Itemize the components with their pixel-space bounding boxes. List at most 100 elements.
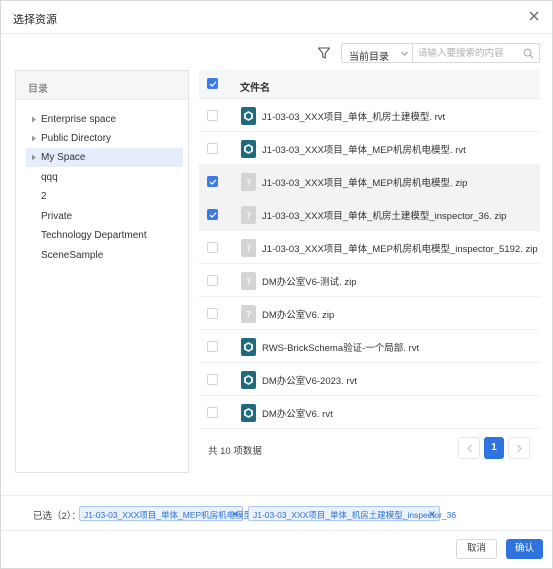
unknown-file-icon: ? — [241, 173, 256, 191]
row-checkbox[interactable] — [207, 407, 218, 418]
search-icon[interactable] — [523, 48, 534, 59]
tree-item-label: 2 — [41, 191, 47, 202]
unknown-file-icon: ? — [241, 239, 256, 257]
revit-model-icon — [241, 338, 256, 356]
scope-select[interactable]: 当前目录 — [341, 43, 413, 63]
row-checkbox[interactable] — [207, 374, 218, 385]
dialog-header: 选择资源 — [1, 1, 552, 34]
caret-right-icon[interactable] — [31, 135, 37, 142]
scope-select-value: 当前目录 — [349, 52, 389, 63]
remove-tag-icon[interactable] — [231, 510, 239, 518]
file-row[interactable]: RWS-BrickSchema验证-一个局部. rvt — [199, 330, 540, 363]
tree-item-label: My Space — [41, 152, 86, 163]
svg-text:?: ? — [246, 310, 251, 321]
selected-tag: J1-03-03_XXX项目_单体_机房土建模型_inspector_36 — [248, 506, 456, 521]
file-row[interactable]: ? DM办公室V6-测试. zip — [199, 264, 540, 297]
tree-item-label: Private — [41, 211, 73, 222]
tree-item-private[interactable]: Private — [26, 207, 183, 226]
row-checkbox[interactable] — [207, 275, 218, 286]
close-icon[interactable] — [526, 8, 542, 24]
svg-text:?: ? — [246, 178, 251, 189]
tree-item-label: SceneSample — [41, 250, 104, 261]
row-checkbox[interactable] — [207, 209, 218, 220]
tree-item-technology-department[interactable]: Technology Department — [26, 226, 183, 245]
file-name: RWS-BrickSchema验证-一个局部. rvt — [262, 343, 420, 354]
caret-right-icon[interactable] — [31, 116, 37, 123]
svg-text:?: ? — [246, 277, 251, 288]
unknown-file-icon: ? — [241, 206, 256, 224]
confirm-button[interactable]: 确认 — [506, 539, 543, 559]
tree-item-my-space[interactable]: My Space — [26, 148, 183, 167]
row-checkbox[interactable] — [207, 341, 218, 352]
revit-model-icon — [241, 107, 256, 125]
prev-page-button[interactable] — [458, 437, 480, 459]
selected-count-label: 已选（2）： — [33, 511, 82, 522]
chevron-down-icon — [401, 51, 408, 56]
row-checkbox[interactable] — [207, 242, 218, 253]
filter-icon[interactable] — [317, 46, 331, 60]
check-icon — [209, 81, 217, 87]
file-row[interactable]: ? J1-03-03_XXX项目_单体_MEP机房机电模型_inspector_… — [199, 231, 540, 264]
tree-item-enterprise-space[interactable]: Enterprise space — [26, 110, 183, 129]
file-name: DM办公室V6. rvt — [262, 409, 333, 420]
file-name: J1-03-03_XXX项目_单体_MEP机房机电模型. zip — [262, 178, 468, 189]
tree-item-qqq[interactable]: qqq — [26, 168, 183, 187]
search-input[interactable] — [418, 47, 518, 60]
select-all-checkbox[interactable] — [207, 78, 218, 89]
file-name: J1-03-03_XXX项目_单体_MEP机房机电模型. rvt — [262, 145, 466, 156]
next-page-button[interactable] — [508, 437, 530, 459]
tree-item-2[interactable]: 2 — [26, 187, 183, 206]
svg-text:?: ? — [246, 244, 251, 255]
tree-item-label: qqq — [41, 172, 58, 183]
file-row[interactable]: DM办公室V6-2023. rvt — [199, 363, 540, 396]
selected-tag-text: J1-03-03_XXX项目_单体_MEP机房机电模型 — [84, 510, 253, 520]
file-row[interactable]: ? J1-03-03_XXX项目_单体_机房土建模型_inspector_36.… — [199, 198, 540, 231]
cancel-button[interactable]: 取消 — [456, 539, 497, 559]
file-name: DM办公室V6-测试. zip — [262, 277, 357, 288]
unknown-file-icon: ? — [241, 272, 256, 290]
remove-tag-icon[interactable] — [428, 510, 436, 518]
row-checkbox[interactable] — [207, 143, 218, 154]
select-resource-dialog: 选择资源 当前目录 目录 Enterprise space Public Dir… — [0, 0, 553, 569]
chevron-left-icon — [467, 444, 472, 453]
selected-items-bar: 已选（2）： J1-03-03_XXX项目_单体_MEP机房机电模型 J1-03… — [1, 495, 552, 531]
row-checkbox[interactable] — [207, 176, 218, 187]
unknown-file-icon: ? — [241, 305, 256, 323]
caret-right-icon[interactable] — [31, 154, 37, 161]
dialog-title: 选择资源 — [13, 14, 57, 26]
chevron-right-icon — [517, 444, 522, 453]
selected-tag: J1-03-03_XXX项目_单体_MEP机房机电模型 — [79, 506, 252, 521]
tree-item-label: Technology Department — [41, 230, 147, 241]
file-table: 文件名 J1-03-03_XXX项目_单体_机房土建模型. rvt J1-03-… — [199, 70, 540, 473]
svg-text:?: ? — [246, 211, 251, 222]
tree-item-public-directory[interactable]: Public Directory — [26, 129, 183, 148]
directory-tree-panel: 目录 Enterprise space Public Directory My … — [15, 70, 189, 473]
row-checkbox[interactable] — [207, 110, 218, 121]
file-name: J1-03-03_XXX项目_单体_MEP机房机电模型_inspector_51… — [262, 244, 538, 255]
pagination-total: 共 10 项数据 — [208, 446, 262, 457]
check-icon — [209, 179, 217, 185]
file-name: J1-03-03_XXX项目_单体_机房土建模型_inspector_36. z… — [262, 211, 507, 222]
file-row[interactable]: J1-03-03_XXX项目_单体_机房土建模型. rvt — [199, 99, 540, 132]
revit-model-icon — [241, 404, 256, 422]
file-row[interactable]: J1-03-03_XXX项目_单体_MEP机房机电模型. rvt — [199, 132, 540, 165]
directory-tree-title: 目录 — [28, 84, 48, 95]
revit-model-icon — [241, 140, 256, 158]
revit-model-icon — [241, 371, 256, 389]
file-row[interactable]: ? DM办公室V6. zip — [199, 297, 540, 330]
selected-tag-text: J1-03-03_XXX项目_单体_机房土建模型_inspector_36 — [253, 510, 457, 520]
file-name: DM办公室V6. zip — [262, 310, 335, 321]
file-name: J1-03-03_XXX项目_单体_机房土建模型. rvt — [262, 112, 446, 123]
file-row[interactable]: ? J1-03-03_XXX项目_单体_MEP机房机电模型. zip — [199, 165, 540, 198]
file-row[interactable]: DM办公室V6. rvt — [199, 396, 540, 429]
page-button-current[interactable]: 1 — [484, 437, 504, 459]
file-table-header: 文件名 — [199, 70, 540, 99]
check-icon — [209, 212, 217, 218]
tree-item-label: Enterprise space — [41, 114, 117, 125]
tree-item-label: Public Directory — [41, 133, 112, 144]
search-box — [412, 43, 540, 63]
directory-tree-header: 目录 — [16, 71, 188, 100]
column-header-filename: 文件名 — [240, 83, 270, 94]
row-checkbox[interactable] — [207, 308, 218, 319]
tree-item-scenesample[interactable]: SceneSample — [26, 246, 183, 265]
